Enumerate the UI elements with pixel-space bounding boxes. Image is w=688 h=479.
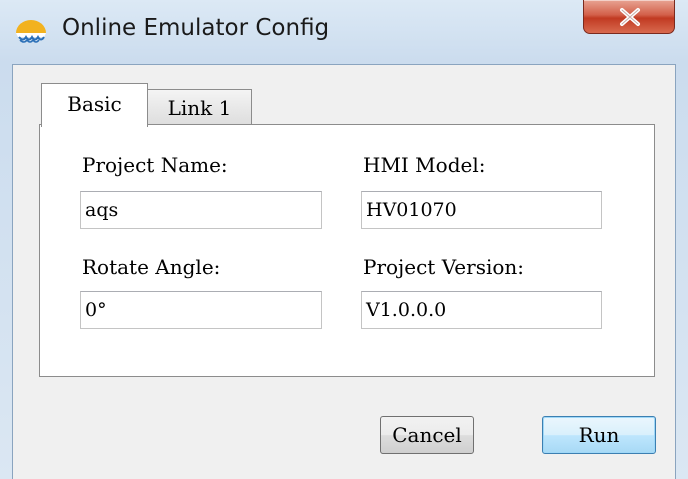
rotate-angle-label: Rotate Angle: <box>82 255 221 279</box>
emulator-app-icon <box>14 18 48 44</box>
project-version-input[interactable]: V1.0.0.0 <box>361 291 602 329</box>
run-button[interactable]: Run <box>542 416 656 454</box>
window-title: Online Emulator Config <box>62 15 330 41</box>
tab-basic[interactable]: Basic <box>41 83 148 127</box>
project-name-label: Project Name: <box>82 153 228 177</box>
title-bar[interactable]: Online Emulator Config <box>0 0 688 64</box>
hmi-model-input[interactable]: HV01070 <box>361 191 602 229</box>
tab-link-1[interactable]: Link 1 <box>148 89 252 125</box>
close-x-icon <box>620 8 640 26</box>
project-version-label: Project Version: <box>363 255 525 279</box>
emulator-config-window: Online Emulator Config Basic Link 1 Proj… <box>0 0 688 479</box>
close-button[interactable] <box>583 0 675 34</box>
rotate-angle-input[interactable]: 0° <box>80 291 322 329</box>
hmi-model-label: HMI Model: <box>363 153 486 177</box>
project-name-input[interactable]: aqs <box>80 191 322 229</box>
dialog-body: Basic Link 1 Project Name: aqs HMI Model… <box>12 64 676 479</box>
cancel-button[interactable]: Cancel <box>380 416 474 454</box>
basic-tab-panel: Project Name: aqs HMI Model: HV01070 Rot… <box>39 124 655 377</box>
